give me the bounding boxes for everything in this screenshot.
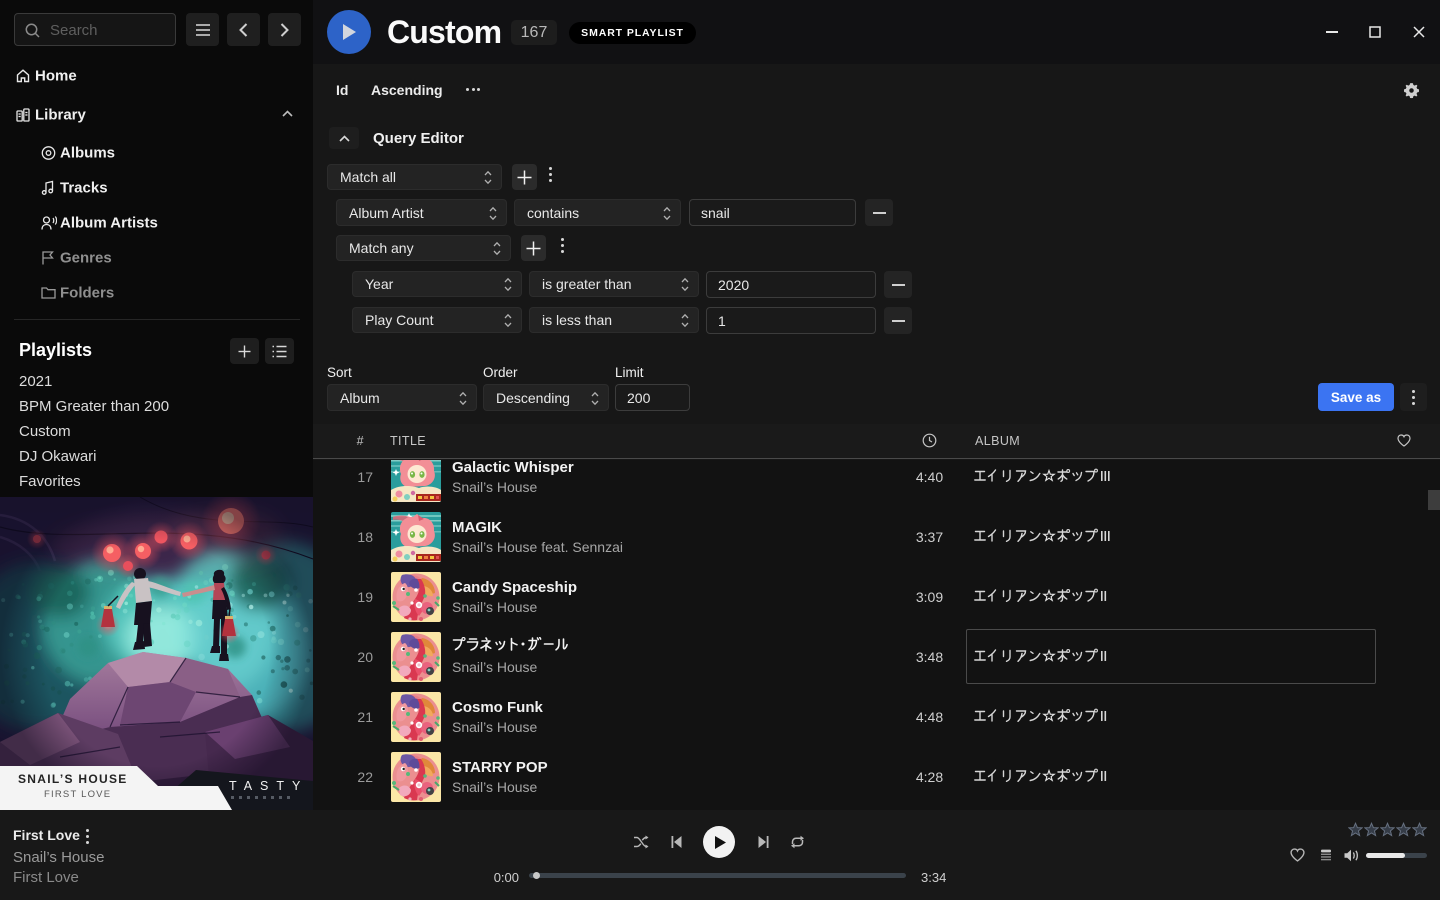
svg-text:FIRST LOVE: FIRST LOVE: [44, 789, 111, 800]
svg-text:SNAIL’S HOUSE: SNAIL’S HOUSE: [18, 772, 128, 786]
svg-text:TASTY: TASTY: [229, 779, 308, 793]
